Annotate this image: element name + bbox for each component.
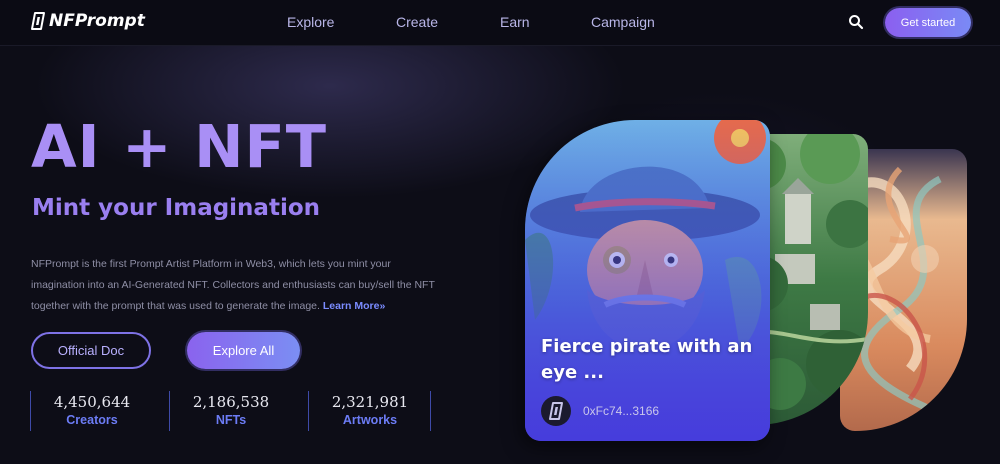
logo-icon [549,402,563,420]
stat-nfts: 2,186,538 NFTs [171,393,291,427]
nav-earn[interactable]: Earn [500,14,530,30]
description-line-last: together with the prompt that was used t… [31,296,491,317]
stat-value: 4,450,644 [53,393,131,411]
stat-label[interactable]: NFTs [171,413,291,427]
pirate-artwork [525,120,770,441]
get-started-button[interactable]: Get started [885,8,971,37]
description-line: NFPrompt is the first Prompt Artist Plat… [31,258,391,270]
stat-divider [30,391,31,431]
stat-label[interactable]: Artworks [310,413,430,427]
hero-description: NFPrompt is the first Prompt Artist Plat… [31,254,491,317]
nav-campaign[interactable]: Campaign [591,14,655,30]
stat-divider [169,391,170,431]
featured-card-title: Fierce pirate with an eye ... [541,336,753,383]
top-navbar: NFPrompt Explore Create Earn Campaign Ge… [0,0,1000,46]
hero-subtitle: Mint your Imagination [32,195,321,221]
stat-divider [430,391,431,431]
owner-address[interactable]: 0xFc74...3166 [583,404,659,418]
explore-all-button[interactable]: Explore All [187,332,300,369]
search-icon[interactable] [848,14,864,30]
official-doc-button[interactable]: Official Doc [31,332,151,369]
nav-create[interactable]: Create [396,14,438,30]
nav-explore[interactable]: Explore [287,14,334,30]
description-line: imagination into an AI-Generated NFT. Co… [31,279,435,291]
stat-creators: 4,450,644 Creators [32,393,152,427]
hero-title: AI + NFT [31,112,328,181]
stat-artworks: 2,321,981 Artworks [310,393,430,427]
logo[interactable]: NFPrompt [30,11,145,31]
stat-label[interactable]: Creators [32,413,152,427]
owner-avatar[interactable] [541,396,571,426]
nft-card-featured[interactable]: Fierce pirate with an eye ... 0xFc74...3… [525,120,770,441]
logo-text: NFPrompt [49,11,145,31]
stat-value: 2,321,981 [331,393,409,411]
description-line-text: together with the prompt that was used t… [31,300,320,312]
logo-icon [31,12,45,30]
learn-more-link[interactable]: Learn More» [323,300,385,312]
stat-divider [308,391,309,431]
stat-value: 2,186,538 [192,393,270,411]
